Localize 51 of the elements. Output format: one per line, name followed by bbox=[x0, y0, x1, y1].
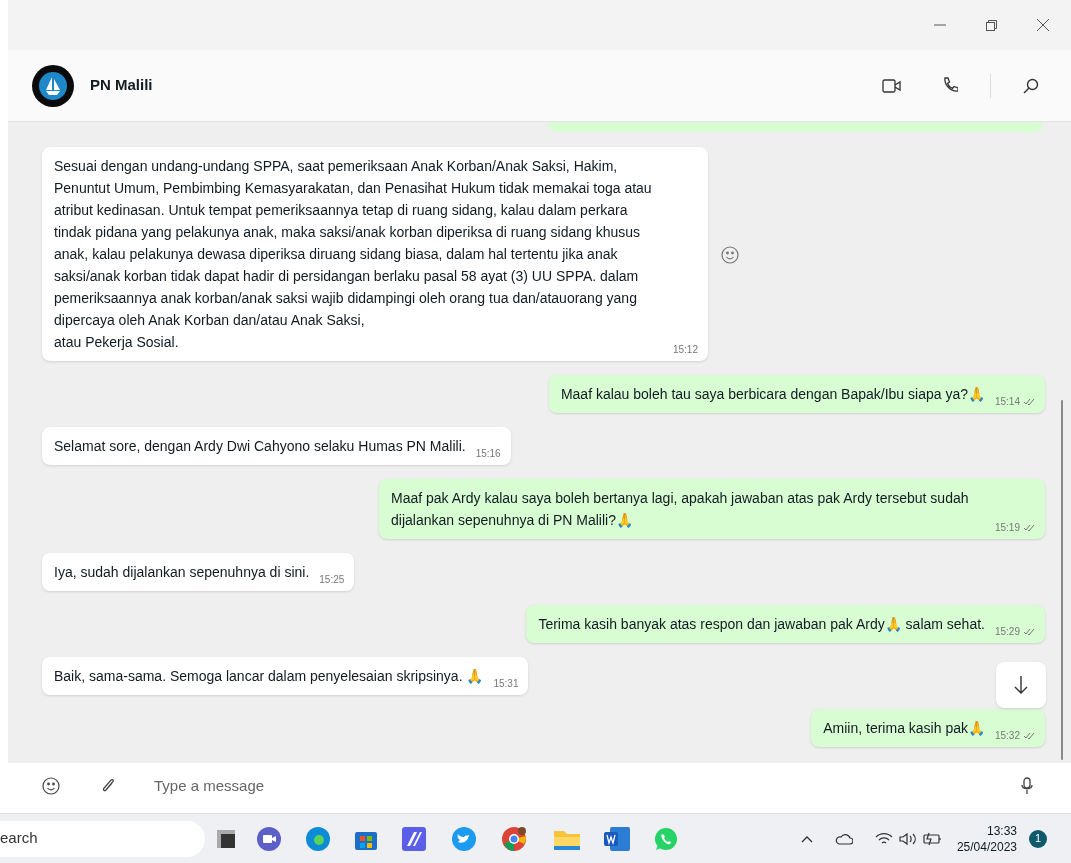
app-icon[interactable] bbox=[402, 826, 426, 851]
message-text: Iya, sudah dijalankan sepenuhnya di sini. bbox=[54, 563, 310, 582]
microphone-icon[interactable] bbox=[1021, 777, 1033, 795]
clock-date[interactable]: 25/04/2023 bbox=[956, 838, 1017, 855]
scrollbar[interactable] bbox=[1061, 400, 1063, 760]
notification-badge[interactable]: 1 bbox=[1029, 829, 1047, 848]
search-icon[interactable] bbox=[1023, 77, 1039, 94]
message-time: 15:25 bbox=[319, 573, 345, 587]
taskbar-search-field[interactable]: earch bbox=[0, 820, 205, 857]
double-check-icon bbox=[1023, 627, 1035, 636]
message-time: 15:29 bbox=[994, 625, 1020, 639]
emoji-reaction-icon[interactable] bbox=[721, 246, 739, 264]
video-call-icon[interactable] bbox=[882, 78, 902, 93]
contact-name: PN Malili bbox=[90, 75, 153, 96]
message-time: 15:19 bbox=[994, 521, 1020, 535]
taskbar-icon[interactable] bbox=[217, 829, 235, 848]
message-text: Sesuai dengan undang-undang SPPA, saat pemeriksaan Anak Korban/Anak Saksi, Hakim, Penuntut Umum, Pembimbing Kemasyarakatan, dan Penasihat Hukum tidak memakai toga atau atribut kedinasan. Untuk tempat pemeriksaannya tetap di ruang sidang, kalau dalam perkara tindak pidana yang pelakunya anak, maka saksi/anak korban diperiksa di ruang sidang khusus anak, kalau pelakunya dewasa diperiksa diruang sidang biasa, dalam hal tertentu jika anak saksi/anak korban tidak dapat hadir di persidangan berlaku pasal 58 ayat (3) UU SPPA. dalam pemeriksaannya anak korban/anak saksi wajib didampingi oleh orang tua dan/atauorang yang dipercaya oleh Anak Korban dan/atau Anak Saksi, atau Pekerja Sosial. bbox=[54, 157, 653, 352]
chevron-up-icon[interactable] bbox=[800, 834, 813, 843]
message-text: Maaf kalau boleh tau saya berbicara dengan Bapak/Ibu siapa ya?🙏 bbox=[560, 385, 985, 404]
message-text: Selamat sore, dengan Ardy Dwi Cahyono selaku Humas PN Malili. bbox=[54, 437, 466, 456]
message-time: 15:32 bbox=[994, 729, 1020, 743]
restore-icon[interactable] bbox=[986, 19, 997, 31]
message-text: Maaf pak Ardy kalau saya boleh bertanya lagi, apakah jawaban atas pak Ardy tersebut sudah dijalankan sepenuhnya di PN Malili?🙏 bbox=[391, 489, 970, 530]
cloud-icon[interactable] bbox=[834, 832, 853, 845]
double-check-icon bbox=[1023, 731, 1035, 740]
emoji-icon[interactable] bbox=[42, 777, 60, 795]
message-time: 15:12 bbox=[672, 343, 698, 357]
video-camera-app-icon[interactable] bbox=[257, 826, 281, 851]
message-input[interactable]: Type a message bbox=[154, 774, 1021, 798]
message-text: Terima kasih banyak atas respon dan jawaban pak Ardy🙏 salam sehat. bbox=[538, 615, 985, 634]
message-time: 15:16 bbox=[475, 447, 501, 461]
message-text: Amiin, terima kasih pak🙏 bbox=[823, 719, 985, 738]
clock-time[interactable]: 13:33 bbox=[986, 822, 1017, 839]
close-icon[interactable] bbox=[1037, 19, 1049, 31]
speaker-icon[interactable] bbox=[898, 831, 917, 846]
search-text: earch bbox=[0, 828, 38, 849]
message-time: 15:31 bbox=[493, 677, 519, 691]
wifi-icon[interactable] bbox=[874, 831, 893, 846]
message-text: Baik, sama-sama. Semoga lancar dalam penyelesaian skripsinya. 🙏 bbox=[54, 667, 484, 686]
bird-icon[interactable] bbox=[452, 826, 476, 851]
message-time: 15:14 bbox=[994, 395, 1020, 409]
word-icon[interactable] bbox=[604, 826, 630, 851]
battery-icon[interactable] bbox=[922, 831, 943, 846]
double-check-icon bbox=[1023, 523, 1035, 532]
avatar[interactable] bbox=[32, 64, 74, 107]
chrome-icon[interactable] bbox=[502, 826, 528, 851]
ship-icon bbox=[38, 70, 68, 101]
arrow-down-icon bbox=[1014, 676, 1028, 694]
scroll-down-button[interactable] bbox=[996, 662, 1046, 708]
double-check-icon bbox=[1023, 397, 1035, 406]
phone-icon[interactable] bbox=[942, 77, 958, 94]
